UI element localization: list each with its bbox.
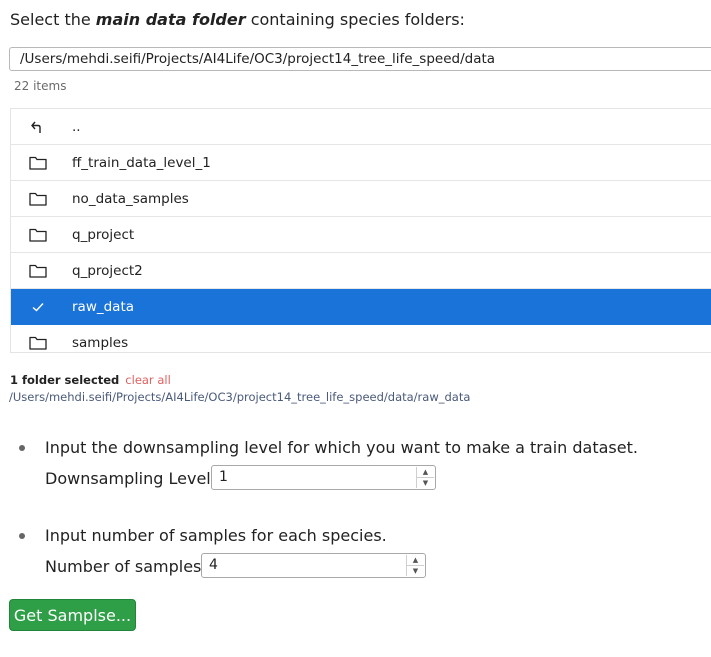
samples-input[interactable]: 4 ▲ ▼	[201, 553, 426, 578]
folder-icon	[28, 155, 48, 171]
heading-suffix: containing species folders:	[245, 10, 465, 29]
file-row-no_data_samples[interactable]: no_data_samples	[11, 181, 711, 217]
file-row-parent[interactable]: ..	[11, 109, 711, 145]
get-samples-button[interactable]: Get Samplse...	[9, 599, 136, 631]
spin-up-icon[interactable]: ▲	[407, 555, 424, 565]
bullet-icon	[19, 533, 25, 539]
samples-spinner[interactable]: ▲ ▼	[406, 555, 424, 576]
file-row-raw_data[interactable]: raw_data	[11, 289, 711, 325]
folder-icon	[28, 191, 48, 207]
heading-emphasis: main data folder	[95, 10, 246, 29]
file-row-q_project2[interactable]: q_project2	[11, 253, 711, 289]
spin-down-icon[interactable]: ▼	[407, 565, 424, 576]
file-name: samples	[72, 334, 129, 351]
file-row-ff_train_data_level_1[interactable]: ff_train_data_level_1	[11, 145, 711, 181]
samples-prompt: Input number of samples for each species…	[45, 526, 387, 545]
clear-all-link[interactable]: clear all	[125, 373, 170, 387]
file-name: q_project	[72, 226, 135, 243]
folder-icon	[28, 335, 48, 351]
heading-prefix: Select the	[10, 10, 96, 29]
file-row-q_project[interactable]: q_project	[11, 217, 711, 253]
downsampling-spinner[interactable]: ▲ ▼	[416, 467, 434, 488]
downsampling-prompt: Input the downsampling level for which y…	[45, 438, 638, 457]
file-name: raw_data	[72, 298, 135, 315]
downsampling-label: Downsampling Level:	[45, 469, 217, 488]
file-list[interactable]: .. ff_train_data_level_1 no_data_samples…	[10, 108, 711, 353]
parent-dir-arrow-icon	[28, 119, 48, 135]
selection-summary: 1 folder selected clear all	[10, 373, 171, 387]
checkmark-icon	[28, 299, 48, 315]
items-count: 22 items	[14, 79, 67, 93]
spin-up-icon[interactable]: ▲	[417, 467, 434, 477]
samples-label: Number of samples:	[45, 557, 207, 576]
downsampling-input[interactable]: 1 ▲ ▼	[211, 465, 436, 490]
samples-value: 4	[209, 557, 218, 573]
spin-down-icon[interactable]: ▼	[417, 477, 434, 488]
folder-icon	[28, 227, 48, 243]
folder-icon	[28, 263, 48, 279]
file-name: q_project2	[72, 262, 143, 279]
selection-count: 1 folder selected	[10, 373, 120, 387]
file-row-samples[interactable]: samples	[11, 325, 711, 352]
downsampling-value: 1	[219, 469, 228, 485]
folder-select-heading: Select the main data folder containing s…	[10, 10, 465, 29]
file-name: ff_train_data_level_1	[72, 154, 211, 171]
bullet-icon	[19, 445, 25, 451]
path-input[interactable]: /Users/mehdi.seifi/Projects/AI4Life/OC3/…	[9, 47, 711, 71]
selected-path: /Users/mehdi.seifi/Projects/AI4Life/OC3/…	[9, 390, 471, 404]
file-name: ..	[72, 118, 81, 135]
file-name: no_data_samples	[72, 190, 189, 207]
